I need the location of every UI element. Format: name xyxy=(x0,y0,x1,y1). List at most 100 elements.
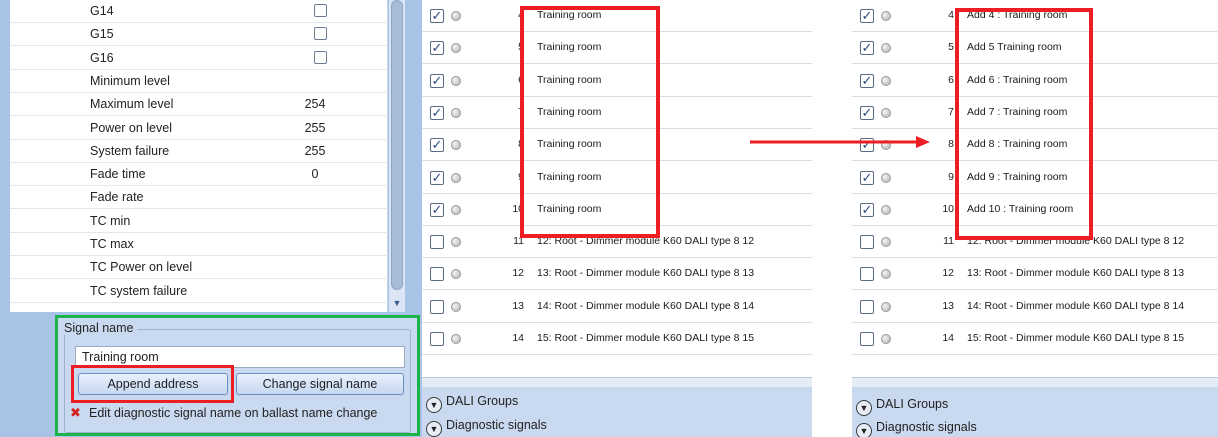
signal-name[interactable]: 13: Root - Dimmer module K60 DALI type 8… xyxy=(537,267,754,279)
property-row[interactable]: G15 xyxy=(10,23,388,47)
status-led-icon xyxy=(881,11,891,21)
signal-checkbox[interactable] xyxy=(430,235,444,250)
scroll-down-arrow-icon[interactable]: ▼ xyxy=(389,296,405,310)
status-led-icon xyxy=(451,43,461,54)
property-row[interactable]: Fade time 0 xyxy=(10,163,388,187)
signal-row[interactable]: 12 13: Root - Dimmer module K60 DALI type… xyxy=(852,258,1218,291)
property-label: Fade time xyxy=(90,167,146,182)
diagnostic-signals-expander[interactable]: ▼ Diagnostic signals xyxy=(426,418,547,437)
status-led-icon xyxy=(881,172,891,183)
status-led-icon xyxy=(451,237,461,248)
signal-row[interactable]: 12 13: Root - Dimmer module K60 DALI type… xyxy=(422,258,812,291)
property-label: Maximum level xyxy=(90,97,174,112)
signal-name[interactable]: 15: Root - Dimmer module K60 DALI type 8… xyxy=(967,332,1184,344)
property-row[interactable]: G16 xyxy=(10,47,388,70)
status-led-icon xyxy=(451,269,461,280)
property-label: System failure xyxy=(90,143,170,158)
status-led-icon xyxy=(881,269,891,280)
signal-row[interactable]: 14 15: Root - Dimmer module K60 DALI type… xyxy=(422,323,812,355)
signal-number: 9 xyxy=(948,170,954,183)
signal-checkbox[interactable] xyxy=(860,267,874,282)
signal-checkbox[interactable] xyxy=(860,235,874,250)
signal-checkbox[interactable]: ✓ xyxy=(430,202,444,217)
signal-number: 11 xyxy=(943,235,954,248)
property-value[interactable]: 0 xyxy=(290,167,340,181)
property-label: G15 xyxy=(90,27,114,42)
signal-checkbox[interactable] xyxy=(430,332,444,346)
signal-name[interactable]: 14: Root - Dimmer module K60 DALI type 8… xyxy=(537,300,754,312)
signal-row[interactable]: 13 14: Root - Dimmer module K60 DALI type… xyxy=(852,291,1218,323)
property-checkbox[interactable] xyxy=(314,27,327,41)
signal-checkbox[interactable]: ✓ xyxy=(860,105,874,120)
right-arrow-icon xyxy=(750,136,930,148)
signal-name[interactable]: 13: Root - Dimmer module K60 DALI type 8… xyxy=(967,267,1184,279)
before-names-highlight xyxy=(520,6,660,238)
property-label: G16 xyxy=(90,50,114,65)
property-row[interactable]: TC max xyxy=(10,233,388,256)
property-row[interactable]: Power on level 255 xyxy=(10,117,388,140)
signal-checkbox[interactable]: ✓ xyxy=(430,73,444,88)
signal-name[interactable]: 14: Root - Dimmer module K60 DALI type 8… xyxy=(967,300,1184,312)
signal-checkbox[interactable]: ✓ xyxy=(430,170,444,185)
property-label: Minimum level xyxy=(90,73,170,88)
signal-number: 6 xyxy=(948,73,954,86)
property-grid: G14 G15 G16 Minimum level Maximum level 254 Po… xyxy=(10,0,388,312)
property-row[interactable]: TC min xyxy=(10,210,388,233)
property-row[interactable]: Minimum level xyxy=(10,70,388,93)
signal-row[interactable]: 13 14: Root - Dimmer module K60 DALI type… xyxy=(422,291,812,323)
list-footer-strip xyxy=(852,377,1218,387)
property-checkbox[interactable] xyxy=(314,50,327,64)
status-led-icon xyxy=(451,75,461,86)
property-value[interactable]: 255 xyxy=(290,121,340,135)
signal-checkbox[interactable]: ✓ xyxy=(860,73,874,88)
signal-checkbox[interactable]: ✓ xyxy=(860,170,874,185)
signal-checkbox[interactable]: ✓ xyxy=(860,41,874,56)
signal-number: 14 xyxy=(942,332,954,344)
property-row[interactable]: Maximum level 254 xyxy=(10,93,388,117)
property-label: TC Power on level xyxy=(90,260,193,275)
signal-checkbox[interactable] xyxy=(860,299,874,314)
signal-checkbox[interactable] xyxy=(430,267,444,282)
diagnostic-signals-expander[interactable]: ▼ Diagnostic signals xyxy=(856,420,977,437)
diagnostic-signals-label: Diagnostic signals xyxy=(446,418,547,432)
property-row[interactable]: TC system failure xyxy=(10,280,388,303)
list-footer-strip xyxy=(422,377,812,387)
property-value[interactable]: 254 xyxy=(290,97,340,111)
signal-number: 4 xyxy=(948,9,954,21)
signal-name-group: Signal name Append address Change signal… xyxy=(55,315,420,436)
append-address-button[interactable]: Append address xyxy=(78,373,228,395)
scrollbar-thumb[interactable] xyxy=(391,0,403,290)
status-led-icon xyxy=(451,107,461,118)
signal-row[interactable]: 14 15: Root - Dimmer module K60 DALI type… xyxy=(852,323,1218,355)
property-row[interactable]: Fade rate xyxy=(10,186,388,210)
vertical-scrollbar[interactable]: ▼ xyxy=(389,0,405,312)
signal-checkbox[interactable] xyxy=(430,299,444,314)
dali-groups-expander[interactable]: ▼ DALI Groups xyxy=(426,394,518,413)
signal-checkbox[interactable]: ✓ xyxy=(860,202,874,217)
dali-groups-expander[interactable]: ▼ DALI Groups xyxy=(856,397,948,416)
signal-number: 7 xyxy=(948,105,954,118)
status-led-icon xyxy=(451,334,461,344)
property-checkbox[interactable] xyxy=(314,4,327,17)
status-led-icon xyxy=(881,237,891,248)
property-value[interactable]: 255 xyxy=(290,144,340,158)
signal-number: 5 xyxy=(948,41,954,54)
signal-checkbox[interactable]: ✓ xyxy=(430,105,444,120)
property-row[interactable]: G14 xyxy=(10,0,388,23)
signal-checkbox[interactable]: ✓ xyxy=(430,138,444,153)
signal-name[interactable]: 15: Root - Dimmer module K60 DALI type 8… xyxy=(537,332,754,344)
signal-number: 10 xyxy=(942,202,954,215)
signal-checkbox[interactable]: ✓ xyxy=(430,41,444,56)
signal-checkbox[interactable]: ✓ xyxy=(860,9,874,23)
edit-diagnostic-toggle[interactable]: ✖ Edit diagnostic signal name on ballast … xyxy=(70,406,377,420)
status-led-icon xyxy=(881,43,891,54)
dali-groups-label: DALI Groups xyxy=(446,394,519,408)
signal-number: 14 xyxy=(512,332,524,344)
change-signal-name-button[interactable]: Change signal name xyxy=(236,373,404,395)
edit-diagnostic-label: Edit diagnostic signal name on ballast n… xyxy=(89,406,378,420)
property-row[interactable]: System failure 255 xyxy=(10,140,388,163)
signal-checkbox[interactable]: ✓ xyxy=(430,9,444,23)
property-row[interactable]: TC Power on level xyxy=(10,256,388,280)
chevron-down-icon: ▼ xyxy=(856,400,872,416)
signal-checkbox[interactable] xyxy=(860,332,874,346)
